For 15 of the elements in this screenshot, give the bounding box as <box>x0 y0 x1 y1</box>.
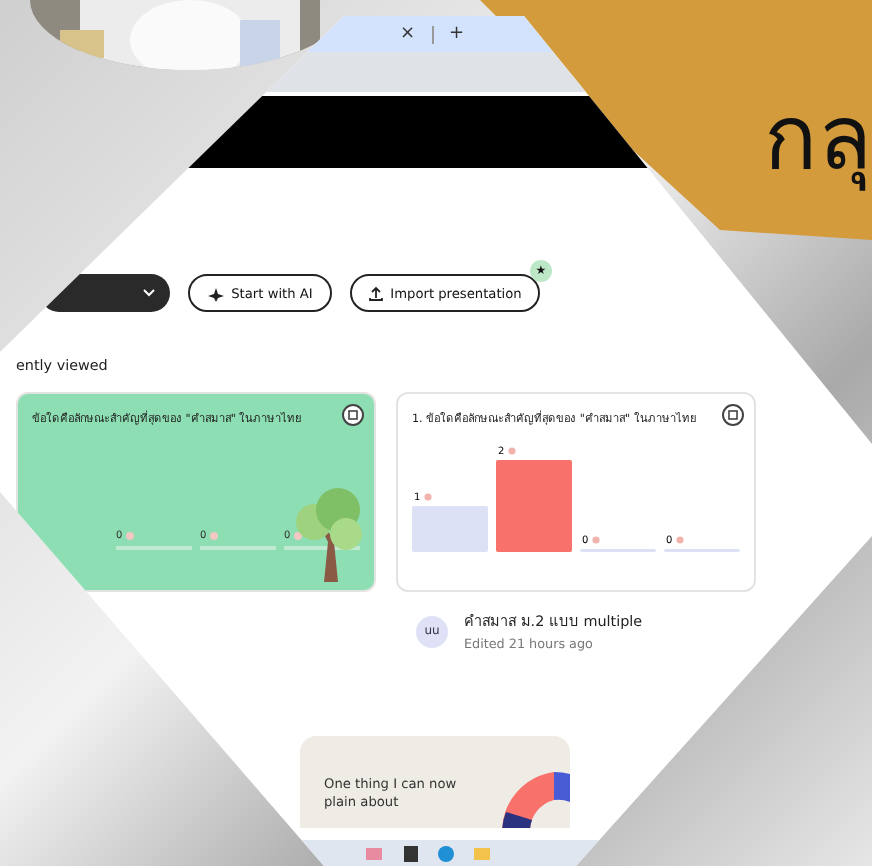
new-tab-icon[interactable]: + <box>449 24 465 44</box>
upload-icon <box>368 285 385 301</box>
dot-icon <box>676 536 684 544</box>
slide-icon <box>722 404 744 426</box>
dot-icon <box>508 447 516 455</box>
slide-icon <box>342 404 364 426</box>
dot-icon <box>592 536 600 544</box>
browser-icon[interactable] <box>436 844 456 862</box>
sparkle-icon <box>207 285 226 301</box>
chevron-icon <box>142 288 156 298</box>
divider-line <box>116 546 192 550</box>
tree-drawing <box>294 486 362 582</box>
divider-line <box>200 546 276 550</box>
dot-icon <box>424 493 432 501</box>
close-icon[interactable]: × <box>400 24 416 44</box>
